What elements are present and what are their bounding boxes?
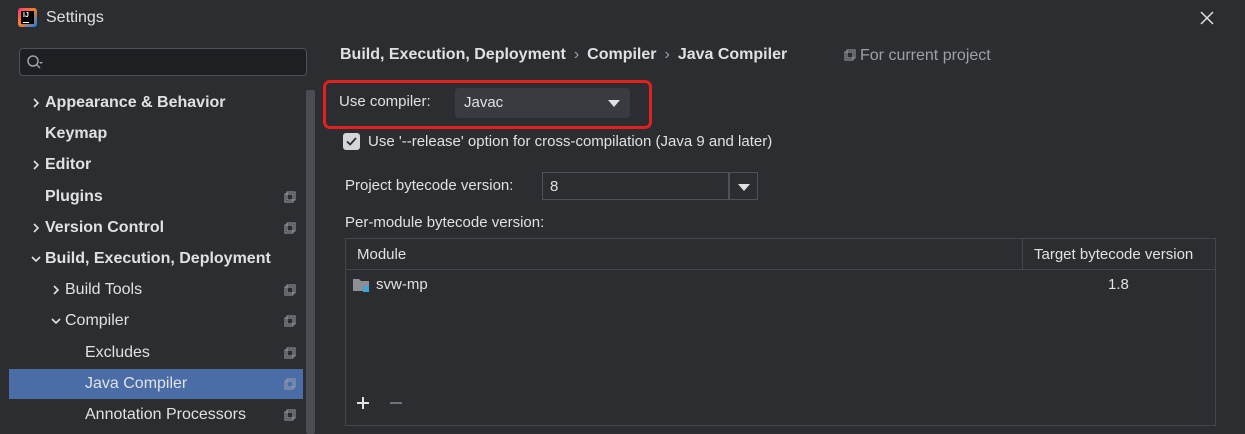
add-icon[interactable] xyxy=(355,395,371,411)
project-scope-icon xyxy=(844,49,856,61)
settings-content: Build, Execution, Deployment › Compiler › Ja… xyxy=(318,36,1245,434)
scope-indicator: For current project xyxy=(844,47,991,65)
remove-icon[interactable] xyxy=(388,395,404,411)
chevron-right-icon[interactable] xyxy=(29,96,43,110)
breadcrumb: Build, Execution, Deployment › Compiler › Ja… xyxy=(340,46,787,64)
sidebar-item-label: Version Control xyxy=(45,218,165,236)
per-module-label: Per-module bytecode version: xyxy=(345,214,545,231)
use-compiler-label: Use compiler: xyxy=(339,93,431,110)
sidebar-item[interactable]: Build Tools xyxy=(9,275,303,305)
dropdown-arrow-icon xyxy=(738,184,750,191)
chevron-down-icon[interactable] xyxy=(49,314,63,328)
sidebar-item-label: Compiler xyxy=(65,312,130,330)
project-scope-icon xyxy=(284,222,296,234)
sidebar-item[interactable]: Java Compiler xyxy=(9,368,303,399)
sidebar-item[interactable]: Build, Execution, Deployment xyxy=(9,244,303,274)
module-name: svw-mp xyxy=(376,276,428,293)
sidebar-item[interactable]: Editor xyxy=(9,150,303,180)
intellij-logo-icon: IJ xyxy=(18,8,37,27)
release-option-checkbox[interactable] xyxy=(343,133,360,150)
title-bar: IJ Settings xyxy=(0,0,1245,36)
sidebar-scrollbar-thumb[interactable] xyxy=(306,90,315,434)
project-scope-icon xyxy=(284,191,296,203)
sidebar-item[interactable]: Keymap xyxy=(9,119,303,149)
settings-search-input[interactable] xyxy=(19,48,307,76)
table-header: Module Target bytecode version xyxy=(346,239,1215,270)
release-option-label[interactable]: Use '--release' option for cross-compila… xyxy=(368,133,772,150)
project-scope-icon xyxy=(284,378,296,390)
sidebar-item[interactable]: Compiler xyxy=(9,306,303,336)
breadcrumb-separator: › xyxy=(573,46,580,63)
sidebar-item-label: Plugins xyxy=(45,187,103,205)
project-bytecode-input[interactable]: 8 xyxy=(542,172,729,200)
column-header-module[interactable]: Module xyxy=(357,246,406,263)
sidebar-item[interactable]: Version Control xyxy=(9,213,303,243)
chevron-right-icon[interactable] xyxy=(49,283,63,297)
chevron-right-icon[interactable] xyxy=(29,158,43,172)
column-header-target[interactable]: Target bytecode version xyxy=(1034,246,1193,263)
target-version[interactable]: 1.8 xyxy=(1108,276,1129,293)
chevron-right-icon[interactable] xyxy=(29,221,43,235)
project-scope-icon xyxy=(284,409,296,421)
sidebar-item-label: Build Tools xyxy=(65,281,143,299)
checkmark-icon xyxy=(346,137,357,146)
scope-label: For current project xyxy=(860,47,991,64)
chevron-down-icon[interactable] xyxy=(29,252,43,266)
column-divider[interactable] xyxy=(1022,239,1023,269)
window-title: Settings xyxy=(46,9,104,26)
project-bytecode-dropdown-button[interactable] xyxy=(729,172,758,200)
project-scope-icon xyxy=(284,315,296,327)
sidebar-item[interactable]: Excludes xyxy=(9,338,303,368)
sidebar-item-label: Editor xyxy=(45,156,92,174)
module-bytecode-table: Module Target bytecode version svw-mp 1.… xyxy=(345,238,1216,426)
table-row[interactable]: svw-mp 1.8 xyxy=(346,272,1215,300)
use-compiler-value: Javac xyxy=(464,94,504,111)
project-scope-icon xyxy=(284,284,296,296)
search-icon xyxy=(27,55,43,69)
sidebar-item-label: Build, Execution, Deployment xyxy=(45,250,271,267)
module-folder-icon xyxy=(353,279,369,292)
sidebar-item[interactable]: Annotation Processors xyxy=(9,400,303,430)
dropdown-arrow-icon xyxy=(608,100,620,107)
project-bytecode-value: 8 xyxy=(550,178,559,195)
sidebar-item[interactable]: Appearance & Behavior xyxy=(9,88,303,118)
sidebar-item-label: Keymap xyxy=(45,125,108,143)
sidebar-item-label: Appearance & Behavior xyxy=(45,94,226,111)
breadcrumb-item[interactable]: Compiler xyxy=(587,46,656,63)
sidebar-item-label: Java Compiler xyxy=(85,374,188,392)
breadcrumb-separator: › xyxy=(664,46,670,63)
project-scope-icon xyxy=(284,347,296,359)
settings-sidebar: Appearance & Behavior Keymap Editor Plugins… xyxy=(0,36,318,434)
sidebar-item-label: Excludes xyxy=(85,343,150,361)
breadcrumb-item[interactable]: Build, Execution, Deployment xyxy=(340,46,566,63)
sidebar-item[interactable]: Plugins xyxy=(9,182,303,212)
sidebar-item-label: Annotation Processors xyxy=(85,406,246,423)
project-bytecode-label: Project bytecode version: xyxy=(345,177,514,194)
close-icon[interactable] xyxy=(1197,8,1217,28)
use-compiler-select[interactable]: Javac xyxy=(455,88,630,118)
breadcrumb-item: Java Compiler xyxy=(677,46,788,63)
